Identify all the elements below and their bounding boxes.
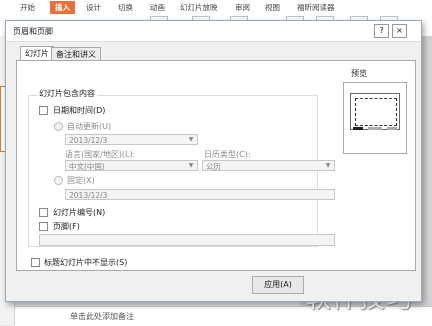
notes-placeholder: 单击此处添加备注 — [70, 312, 134, 321]
footer-input[interactable] — [39, 234, 335, 246]
chevron-down-icon: ▼ — [188, 162, 194, 169]
chevron-down-icon: ▼ — [188, 136, 194, 143]
apply-button[interactable]: 应用(A) — [252, 276, 304, 294]
calendar-type-value: 公历 — [206, 162, 221, 171]
auto-update-label: 自动更新(U) — [67, 122, 112, 131]
slide-number-checkbox[interactable] — [39, 208, 48, 217]
date-time-checkbox[interactable] — [39, 106, 48, 115]
auto-update-radio[interactable] — [54, 122, 63, 131]
dialog-title: 页眉和页脚 — [13, 27, 53, 36]
slide-number-label: 幻灯片编号(N) — [53, 208, 106, 217]
preview-box — [343, 82, 407, 154]
auto-update-date-value: 2013/12/3 — [69, 136, 108, 145]
date-time-label: 日期和时间(D) — [53, 106, 106, 115]
chevron-down-icon: ▼ — [325, 162, 331, 169]
calendar-type-label: 日历类型(C): — [204, 150, 251, 159]
fixed-radio[interactable] — [54, 176, 63, 185]
language-dropdown[interactable]: 中文(中国) ▼ — [65, 160, 198, 171]
calendar-type-dropdown[interactable]: 公历 ▼ — [202, 160, 335, 171]
dialog-titlebar: 页眉和页脚 ? × — [6, 21, 421, 42]
auto-update-date-dropdown[interactable]: 2013/12/3 ▼ — [65, 134, 198, 145]
hide-on-title-slide-label: 标题幻灯片中不显示(S) — [44, 258, 128, 267]
fixed-date-input[interactable]: 2013/12/3 — [65, 189, 335, 200]
tab-review[interactable]: 审阅 — [235, 1, 250, 14]
hide-on-title-slide-checkbox[interactable] — [31, 258, 40, 267]
ribbon-tab-bar: 开始 插入 设计 切换 动画 幻灯片放映 审阅 视图 福昕阅读器 — [0, 0, 432, 14]
preview-slide — [350, 93, 400, 130]
preview-date-placeholder — [353, 127, 363, 130]
tab-design[interactable]: 设计 — [86, 1, 101, 14]
tab-transitions[interactable]: 切换 — [118, 1, 133, 14]
footer-label: 页脚(F) — [53, 222, 80, 231]
preview-number-placeholder — [387, 127, 397, 130]
language-label: 语言(国家/地区)(L): — [65, 150, 136, 159]
tab-insert[interactable]: 插入 — [50, 1, 75, 14]
preview-placeholder — [355, 98, 397, 126]
tab-animations[interactable]: 动画 — [150, 1, 165, 14]
group-title: 幻灯片包含内容 — [37, 88, 97, 99]
close-button[interactable]: × — [392, 24, 407, 38]
header-footer-dialog: 页眉和页脚 ? × 幻灯片 备注和讲义 幻灯片包含内容 日期和时间(D) 自动更… — [5, 20, 422, 302]
help-button[interactable]: ? — [374, 24, 389, 38]
language-value: 中文(中国) — [69, 162, 105, 171]
footer-checkbox[interactable] — [39, 222, 48, 231]
tab-foxit-reader[interactable]: 福昕阅读器 — [297, 1, 335, 14]
preview-footer-placeholder — [368, 127, 382, 130]
tab-view[interactable]: 视图 — [265, 1, 280, 14]
fixed-date-value: 2013/12/3 — [69, 191, 108, 200]
tab-slideshow[interactable]: 幻灯片放映 — [180, 1, 218, 14]
fixed-label: 固定(X) — [67, 176, 95, 185]
tab-home[interactable]: 开始 — [20, 1, 35, 14]
preview-label: 预览 — [351, 69, 367, 78]
